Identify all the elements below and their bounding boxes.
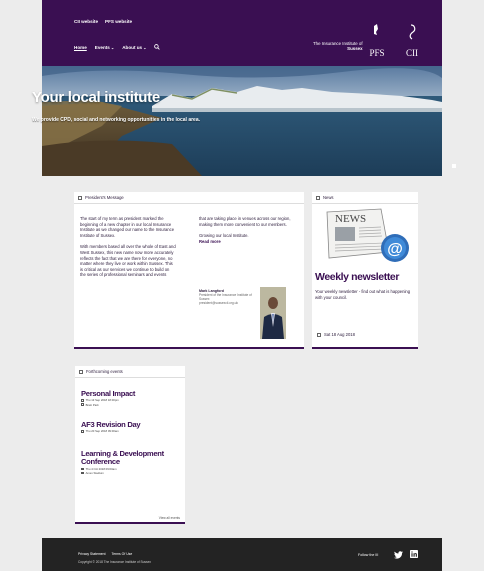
chevron-down-icon: ⌄ [143,44,147,50]
event-item[interactable]: AF3 Revision Day Thu 20 Sep 2018 09:00am [81,420,141,434]
forthcoming-events-card: Forthcoming events Personal Impact Thu 1… [75,366,185,524]
nav-events[interactable]: Events⌄ [95,45,114,50]
footer-links: Privacy Statement Terms Of Use [78,552,132,556]
events-heading: Forthcoming events [86,369,123,374]
newspaper-image[interactable]: NEWS @ [315,206,415,265]
news-icon [316,195,320,200]
chevron-down-icon: ⌄ [110,44,115,50]
event-date-text: Thu 20 Sep 2018 09:00am [85,429,119,434]
event-title[interactable]: AF3 Revision Day [81,420,141,429]
event-date: Thu 20 Sep 2018 09:00am [81,429,140,433]
president-email[interactable]: president@sussexcii.org.uk [199,301,257,305]
clock-icon [81,467,84,471]
nav-home[interactable]: Home [74,45,87,50]
president-signature: Mark Langford President of the Insurance… [199,289,257,306]
slide-indicator[interactable] [452,164,456,168]
cii-logo-text: CII [406,48,418,58]
event-venue: Brain Park [81,403,135,407]
pfs-logo-text: PFS [369,48,384,58]
message-paragraph: With members based all over the whole of… [80,244,176,278]
hero-subtitle: We provide CPD, social and networking op… [32,117,200,123]
news-date-text: Sat 18 Aug 2018 [324,332,355,337]
svg-text:@: @ [387,241,403,258]
linkedin-icon[interactable] [410,550,418,558]
message-paragraph: The start of my term as president marked… [80,216,175,238]
message-paragraph: that are taking place in venues across o… [199,216,291,227]
top-links: CII website PFS website [74,19,132,24]
event-venue: Amex Stadium [81,471,179,475]
hero-title: Your local institute [32,89,160,106]
message-column-1: The start of my term as president marked… [80,216,176,284]
site-header: CII website PFS website Home Events⌄ Abo… [42,0,442,66]
event-title[interactable]: Personal Impact [81,389,135,398]
location-icon [81,403,84,406]
president-photo [260,287,286,339]
cii-logo[interactable]: CII [397,22,427,60]
pfs-website-link[interactable]: PFS website [105,19,132,24]
read-more-link[interactable]: Read more [199,239,295,245]
event-title[interactable]: Learning & Development Conference [81,449,179,467]
privacy-statement-link[interactable]: Privacy Statement [78,552,106,556]
main-nav: Home Events⌄ About us⌄ [74,44,161,50]
search-icon[interactable] [154,44,161,50]
presidents-message-heading: President's Message [85,195,124,200]
copyright-text: Copyright © 2018 The Insurance Institute… [78,560,151,564]
view-all-events-link[interactable]: View all events [159,516,180,520]
news-card: News NEWS @ Weekly newsletter Your weekl… [312,192,418,349]
twitter-icon[interactable] [394,551,403,559]
card-header: News [312,192,418,204]
newspaper-image-text: NEWS [335,213,366,225]
clock-icon [81,430,84,433]
card-header: Forthcoming events [75,366,185,378]
terms-of-use-link[interactable]: Terms Of Use [112,552,133,556]
event-venue-text: Brain Park [85,402,99,407]
presidents-message-card: President's Message The start of my term… [74,192,304,349]
event-item[interactable]: Personal Impact Thu 13 Sep 2018 18:00pm … [81,389,135,407]
nav-about-label: About us [122,44,143,50]
news-date: Sat 18 Aug 2018 [317,332,355,337]
calendar-icon [79,369,83,374]
newsletter-description: Your weekly newsletter - find out what i… [315,289,411,300]
president-title: President of the Insurance Institute of … [199,293,252,302]
event-item[interactable]: Learning & Development Conference Thu 4 … [81,449,179,475]
event-venue-text: Amex Stadium [85,471,104,476]
site-footer: Privacy Statement Terms Of Use Copyright… [42,538,442,571]
nav-about-us[interactable]: About us⌄ [122,45,146,50]
follow-label: Follow the III [358,553,379,557]
message-icon [78,195,82,200]
location-icon [81,471,84,475]
cii-website-link[interactable]: CII website [74,19,98,24]
clock-icon [81,399,84,402]
card-header: President's Message [74,192,304,204]
news-heading: News [323,195,334,200]
nav-events-label: Events [94,44,110,50]
pfs-logo[interactable]: PFS [362,22,392,60]
institute-name[interactable]: The Insurance Institute of Sussex [313,41,363,51]
institute-line2: Sussex [347,46,363,51]
calendar-icon [317,332,321,337]
message-column-2: that are taking place in venues across o… [199,216,295,250]
newsletter-title[interactable]: Weekly newsletter [315,271,399,283]
